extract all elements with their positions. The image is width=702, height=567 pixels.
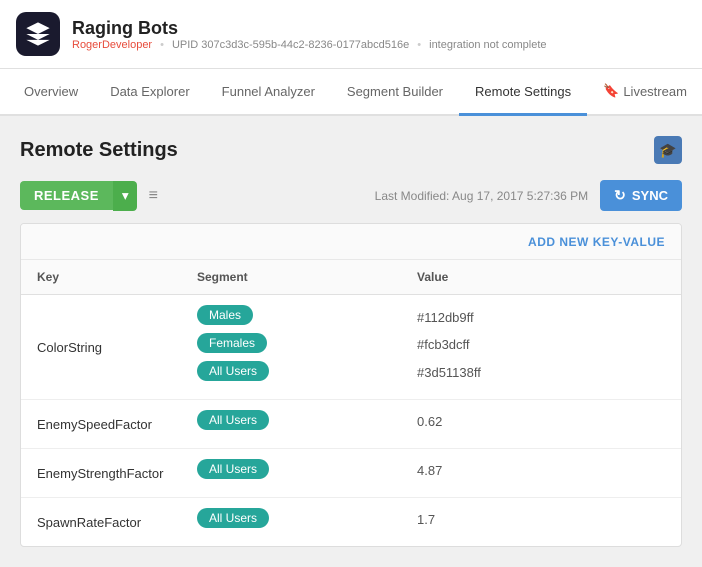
value-text: #112db9ff [417, 306, 665, 333]
col-header-segment: Segment [181, 260, 401, 295]
filter-icon: ≡ [149, 187, 158, 204]
value-cell: 4.87 [401, 449, 681, 498]
value-cell: 0.62 [401, 400, 681, 449]
segment-tag: Males [197, 305, 253, 325]
segment-tag: Females [197, 333, 267, 353]
segment-tag: All Users [197, 361, 269, 381]
key-cell: EnemyStrengthFactor [21, 449, 181, 498]
sync-button[interactable]: ↻ SYNC [600, 180, 682, 211]
table-row: ColorString Males Females All Users #112db9f… [21, 295, 681, 400]
page-content: Remote Settings 🎓 RELEASE ▾ ≡ Last Modif… [0, 116, 702, 567]
nav-tabs: Overview Data Explorer Funnel Analyzer S… [0, 69, 702, 116]
key-cell: EnemySpeedFactor [21, 400, 181, 449]
segment-cell: All Users [181, 449, 401, 498]
value-text: 1.7 [417, 508, 665, 535]
last-modified-text: Last Modified: Aug 17, 2017 5:27:36 PM [375, 189, 588, 203]
segment-tag: All Users [197, 459, 269, 479]
release-button-group: RELEASE ▾ [20, 181, 137, 211]
value-text: 0.62 [417, 410, 665, 437]
tab-overview[interactable]: Overview [8, 70, 94, 116]
col-header-value: Value [401, 260, 681, 295]
value-cell: #112db9ff#fcb3dcff#3d51138ff [401, 295, 681, 400]
filter-button[interactable]: ≡ [145, 183, 162, 209]
tab-data-explorer[interactable]: Data Explorer [94, 70, 205, 116]
integration-status: integration not complete [429, 39, 546, 51]
tab-segment-builder[interactable]: Segment Builder [331, 70, 459, 116]
key-cell: ColorString [21, 295, 181, 400]
segment-cell: All Users [181, 498, 401, 547]
bookmark-icon-livestream: 🔖 [603, 83, 619, 99]
page-title: Remote Settings [20, 139, 178, 162]
help-icon[interactable]: 🎓 [654, 136, 682, 164]
value-text: 4.87 [417, 459, 665, 486]
segment-cell: All Users [181, 400, 401, 449]
developer-link[interactable]: RogerDeveloper [72, 39, 152, 51]
settings-table: Key Segment Value ColorString Males Female… [21, 260, 681, 546]
key-cell: SpawnRateFactor [21, 498, 181, 547]
tab-remote-settings[interactable]: Remote Settings [459, 70, 587, 116]
segment-cell: Males Females All Users [181, 295, 401, 400]
release-button[interactable]: RELEASE [20, 181, 113, 210]
toolbar: RELEASE ▾ ≡ Last Modified: Aug 17, 2017 … [20, 180, 682, 211]
upid-text: UPID 307c3d3c-595b-44c2-8236-0177abcd516… [172, 39, 409, 51]
tab-livestream[interactable]: 🔖 Livestream [587, 69, 702, 116]
table-row: SpawnRateFactor All Users 1.7 [21, 498, 681, 547]
table-header-row: Key Segment Value [21, 260, 681, 295]
value-text: #3d51138ff [417, 361, 665, 388]
value-text: #fcb3dcff [417, 333, 665, 360]
value-cell: 1.7 [401, 498, 681, 547]
segment-tag: All Users [197, 410, 269, 430]
table-row: EnemySpeedFactor All Users 0.62 [21, 400, 681, 449]
segment-tag: All Users [197, 508, 269, 528]
release-dropdown-button[interactable]: ▾ [113, 181, 137, 211]
add-key-value-row: ADD NEW KEY-VALUE [21, 224, 681, 260]
app-icon [16, 12, 60, 56]
key-value-table-container: ADD NEW KEY-VALUE Key Segment Value Colo… [20, 223, 682, 547]
sync-icon: ↻ [614, 187, 626, 204]
col-header-key: Key [21, 260, 181, 295]
add-key-value-button[interactable]: ADD NEW KEY-VALUE [528, 235, 665, 249]
tab-funnel-analyzer[interactable]: Funnel Analyzer [206, 70, 331, 116]
app-header: Raging Bots RogerDeveloper • UPID 307c3d… [0, 0, 702, 116]
page-header: Remote Settings 🎓 [20, 136, 682, 164]
table-row: EnemyStrengthFactor All Users 4.87 [21, 449, 681, 498]
app-name: Raging Bots [72, 18, 547, 39]
